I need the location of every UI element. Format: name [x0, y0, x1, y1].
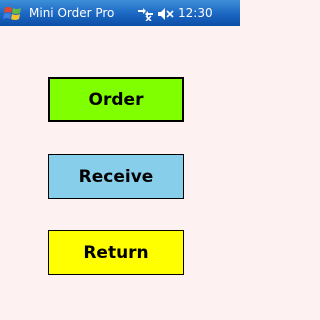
title-bar: Mini Order Pro 12:30 — [0, 0, 240, 26]
windows-start-icon[interactable] — [3, 3, 23, 23]
order-button-label: Order — [88, 89, 144, 110]
clock[interactable]: 12:30 — [178, 5, 213, 21]
return-button[interactable]: Return — [48, 230, 184, 275]
connectivity-icon[interactable] — [137, 5, 154, 22]
receive-button[interactable]: Receive — [48, 154, 184, 199]
order-button[interactable]: Order — [48, 77, 184, 122]
speaker-muted-icon[interactable] — [157, 6, 174, 20]
app-title: Mini Order Pro — [29, 6, 115, 20]
device-screen: Mini Order Pro 12:30 Order Receive Retur… — [0, 0, 240, 320]
receive-button-label: Receive — [78, 166, 154, 187]
return-button-label: Return — [83, 242, 149, 263]
